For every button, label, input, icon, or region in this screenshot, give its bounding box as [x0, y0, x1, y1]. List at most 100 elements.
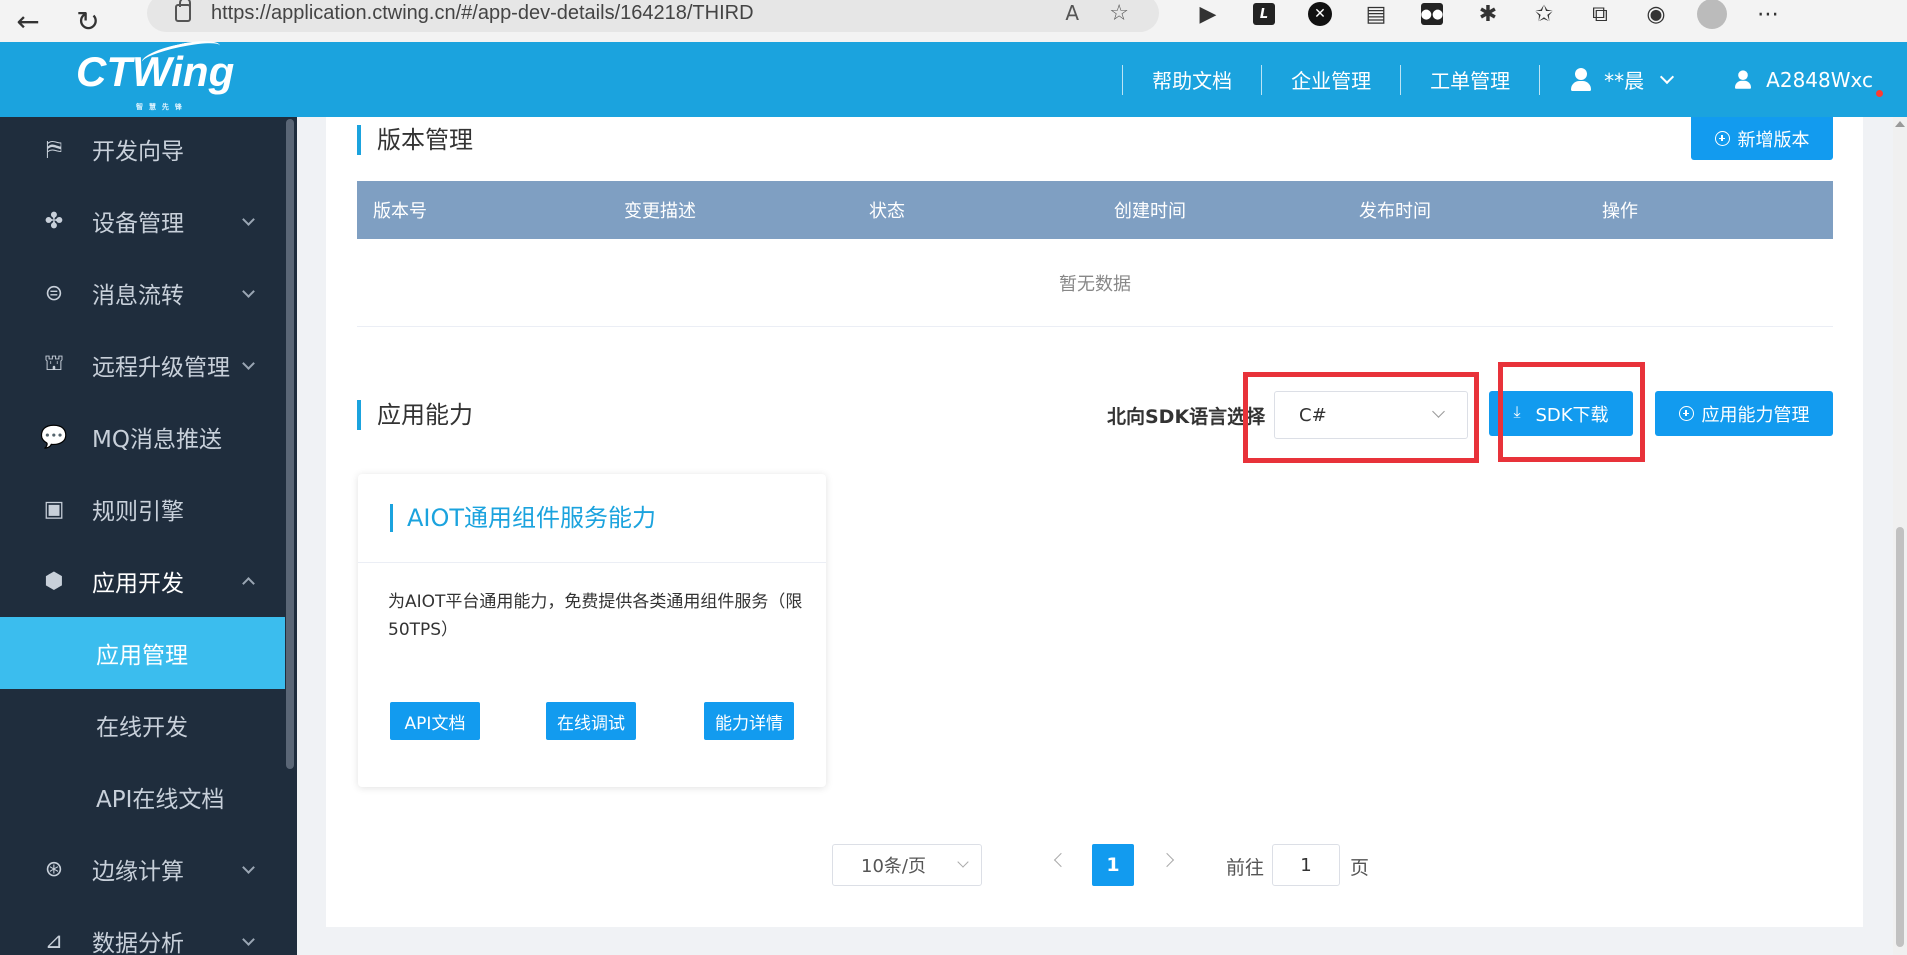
chevron-down-icon — [957, 856, 969, 868]
puzzle-icon[interactable]: ✱ — [1460, 2, 1516, 27]
plus-circle-icon — [1678, 406, 1694, 421]
user-icon — [1570, 67, 1592, 92]
back-icon[interactable]: ← — [8, 1, 48, 41]
clipboard-icon: ▣ — [43, 496, 65, 522]
prev-page-icon[interactable] — [1053, 852, 1069, 868]
ability-section-title: 应用能力 — [357, 400, 473, 430]
header-nav: 帮助文档 企业管理 工单管理 **晨 A2848Wxc — [1122, 42, 1907, 117]
address-bar[interactable]: https://application.ctwing.cn/#/app-dev-… — [147, 0, 1159, 32]
play-icon[interactable]: ▶ — [1180, 2, 1236, 27]
collections-icon[interactable]: ⧉ — [1572, 2, 1628, 27]
scroll-up-icon[interactable] — [1895, 121, 1905, 127]
url-text: https://application.ctwing.cn/#/app-dev-… — [211, 1, 754, 24]
sidebar-item-label: MQ消息推送 — [92, 427, 222, 453]
ability-card-desc: 为AIOT平台通用能力，免费提供各类通用组件服务（限50TPS） — [388, 592, 803, 640]
profile-icon[interactable] — [1684, 0, 1740, 29]
favorites-icon[interactable]: ✩ — [1516, 2, 1572, 27]
col-created: 创建时间 — [1114, 201, 1186, 222]
sidebar-item-m1[interactable]: ⊿ 数据分析 — [0, 905, 297, 955]
signpost-icon: ⛿ — [46, 136, 62, 162]
sidebar-item-5[interactable]: ▣ 规则引擎 — [0, 473, 297, 545]
refresh-icon[interactable]: ↻ — [68, 1, 108, 41]
ability-detail-button[interactable]: 能力详情 — [704, 702, 794, 740]
browser-toolbar: ← ↻ https://application.ctwing.cn/#/app-… — [0, 0, 1907, 42]
chart-icon: ⊿ — [44, 928, 64, 954]
extension-l-icon[interactable]: L — [1236, 3, 1292, 25]
highlight-box-download — [1498, 362, 1645, 462]
nav-tickets[interactable]: 工单管理 — [1401, 65, 1539, 94]
user-menu[interactable]: **晨 — [1540, 65, 1702, 94]
col-description: 变更描述 — [624, 201, 696, 222]
sidebar-item-4[interactable]: 💬 MQ消息推送 — [0, 401, 297, 473]
sidebar-item-label: 应用开发 — [92, 571, 184, 597]
sidebar-item-1[interactable]: ✤ 设备管理 — [0, 185, 297, 257]
sidebar-item-0[interactable]: ⛿ 开发向导 — [0, 117, 297, 185]
chevron-down-icon — [242, 357, 255, 370]
version-section-title: 版本管理 — [357, 125, 473, 155]
page-size-select[interactable]: 10条/页 — [832, 844, 982, 886]
more-icon[interactable]: ⋯ — [1740, 2, 1796, 27]
nav-help-docs[interactable]: 帮助文档 — [1123, 65, 1261, 94]
page-scrollbar[interactable] — [1893, 117, 1907, 955]
notification-dot — [1876, 89, 1883, 97]
chat-icon: 💬 — [40, 424, 68, 450]
lock-icon — [175, 0, 191, 22]
scrollbar-thumb[interactable] — [1896, 527, 1904, 947]
chevron-up-icon — [242, 577, 255, 590]
col-status: 状态 — [869, 201, 905, 222]
chevron-down-icon — [242, 285, 255, 298]
ability-card-title[interactable]: AIOT通用组件服务能力 — [390, 504, 656, 532]
sidebar-item-2[interactable]: ⊜ 消息流转 — [0, 257, 297, 329]
chevron-down-icon — [1660, 69, 1675, 84]
goto-label: 前往 — [1226, 857, 1265, 879]
empty-state: 暂无数据 — [357, 239, 1833, 327]
add-version-button[interactable]: 新增版本 — [1691, 117, 1833, 160]
next-page-icon[interactable] — [1159, 852, 1175, 868]
api-doc-button[interactable]: API文档 — [390, 702, 480, 740]
stream-icon: ⊜ — [44, 280, 64, 306]
plus-circle-icon — [1714, 131, 1730, 146]
account-menu[interactable]: A2848Wxc — [1702, 68, 1907, 97]
extension-x-icon[interactable]: ✕ — [1292, 2, 1348, 26]
version-table-header: 版本号 变更描述 状态 创建时间 发布时间 操作 — [357, 181, 1833, 239]
ability-card: AIOT通用组件服务能力 为AIOT平台通用能力，免费提供各类通用组件服务（限5… — [358, 474, 826, 787]
col-actions: 操作 — [1602, 201, 1638, 222]
sidebar-item-m0[interactable]: ⊛ 边缘计算 — [0, 833, 297, 905]
main-content: 版本管理 新增版本 版本号 变更描述 状态 创建时间 发布时间 操作 暂无数据 … — [326, 117, 1863, 927]
goto-page-input[interactable]: 1 — [1272, 844, 1340, 886]
sidebar-item-label: 远程升级管理 — [92, 355, 230, 381]
sdk-language-label: 北向SDK语言选择 — [1107, 406, 1266, 428]
account-icon — [1734, 69, 1752, 89]
top-header: CTWing 智 慧 先 锋 帮助文档 企业管理 工单管理 **晨 A2848W… — [0, 35, 1907, 117]
extension-glasses-icon[interactable]: ●● — [1404, 3, 1460, 25]
edge-icon[interactable]: ◉ — [1628, 2, 1684, 27]
ability-manage-button[interactable]: 应用能力管理 — [1655, 391, 1833, 436]
col-published: 发布时间 — [1359, 201, 1431, 222]
sidebar-scrollbar[interactable] — [286, 119, 294, 769]
sidebar-item-label: 规则引擎 — [92, 499, 184, 525]
page-number-current[interactable]: 1 — [1092, 844, 1134, 886]
sidebar-subitem-1[interactable]: 在线开发 — [0, 689, 297, 761]
ctwing-logo[interactable]: CTWing 智 慧 先 锋 — [76, 35, 234, 111]
online-debug-button[interactable]: 在线调试 — [546, 702, 636, 740]
favorite-add-icon[interactable]: ☆ — [1109, 1, 1129, 26]
browser-extensions: ▶ L ✕ ▤ ●● ✱ ✩ ⧉ ◉ ⋯ — [1180, 0, 1796, 29]
nav-enterprise[interactable]: 企业管理 — [1262, 65, 1400, 94]
read-aloud-icon[interactable]: A — [1065, 1, 1079, 25]
edge-icon: ⊛ — [44, 856, 64, 882]
clipboard-icon[interactable]: ▤ — [1348, 2, 1404, 27]
rocket-icon: ⛫ — [43, 351, 65, 376]
chevron-down-icon — [242, 213, 255, 226]
sidebar-item-6[interactable]: ⬢ 应用开发 — [0, 545, 297, 617]
sidebar-item-3[interactable]: ⛫ 远程升级管理 — [0, 329, 297, 401]
grid-icon: ✤ — [44, 208, 64, 234]
sidebar-subitem-2[interactable]: API在线文档 — [0, 761, 297, 833]
sidebar-item-label: 设备管理 — [92, 211, 184, 237]
col-version: 版本号 — [373, 201, 427, 222]
sidebar-subitem-0[interactable]: 应用管理 — [0, 617, 285, 689]
sidebar-item-label: 消息流转 — [92, 283, 184, 309]
page-suffix-label: 页 — [1350, 857, 1370, 879]
sidebar-item-label: 数据分析 — [92, 931, 184, 955]
sidebar-item-label: 边缘计算 — [92, 859, 184, 885]
cube-icon: ⬢ — [44, 568, 64, 594]
